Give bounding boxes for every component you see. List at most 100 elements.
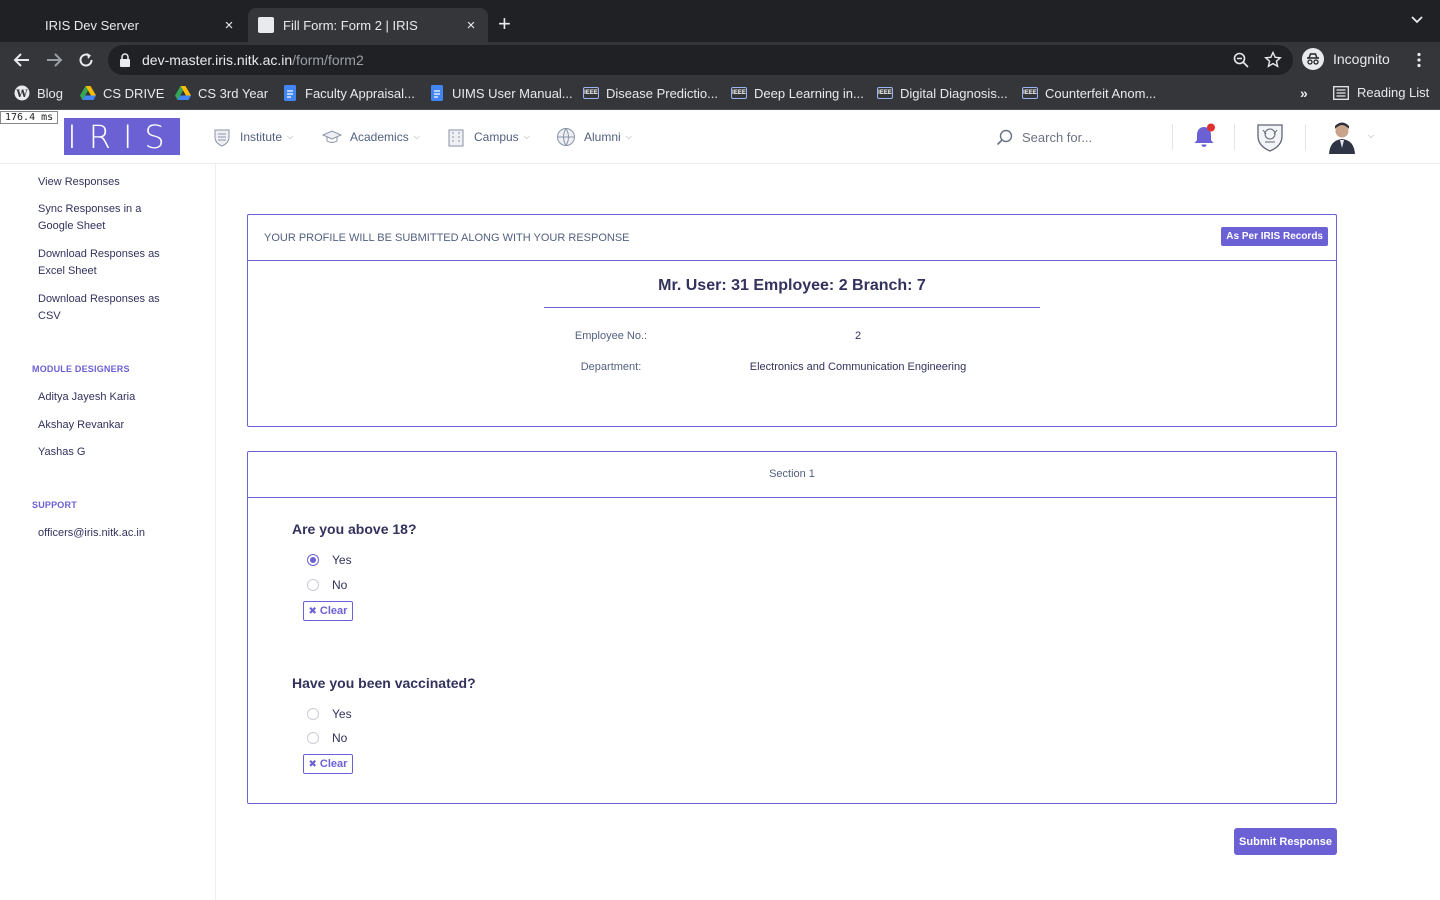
bookmarks-overflow-button[interactable]: » [1300, 85, 1308, 101]
ieee-icon: IEEE [877, 85, 893, 101]
site-header: IRIS Institute ⌵ Academics ⌵ Campus ⌵ Alumn… [0, 111, 1440, 164]
nav-academics[interactable]: Academics ⌵ [322, 127, 420, 147]
reading-list-button[interactable]: Reading List [1333, 85, 1429, 100]
profile-field-label: Department: [580, 361, 642, 373]
radio-option-no[interactable]: No [307, 731, 347, 745]
radio-option-no[interactable]: No [307, 578, 347, 592]
tab-title: IRIS Dev Server [45, 17, 139, 33]
logo-text: IRIS [67, 117, 177, 156]
bookmark-label: Digital Diagnosis... [900, 85, 1008, 101]
radio-option-yes[interactable]: Yes [307, 707, 352, 721]
radio-button[interactable] [307, 708, 319, 720]
profile-card: YOUR PROFILE WILL BE SUBMITTED ALONG WIT… [247, 214, 1337, 427]
chevron-down-icon[interactable]: ⌵ [1368, 131, 1374, 141]
header-divider [1305, 124, 1306, 150]
back-arrow-icon [13, 53, 29, 67]
clear-label: Clear [319, 758, 348, 770]
graduation-cap-icon [322, 130, 342, 143]
incognito-icon [1302, 48, 1324, 70]
bookmark-label: Counterfeit Anom... [1045, 85, 1157, 101]
browser-menu-icon[interactable] [1412, 52, 1426, 68]
designer-name[interactable]: Akshay Revankar [38, 417, 178, 434]
close-icon: ✖ [308, 605, 317, 617]
forward-button[interactable] [42, 48, 66, 72]
designer-name[interactable]: Aditya Jayesh Karia [38, 389, 178, 406]
url-host: dev-master.iris.nitk.ac.in [142, 52, 293, 68]
sidebar-item-sync-google-sheet[interactable]: Sync Responses in a Google Sheet [38, 201, 178, 235]
bookmark-label: Deep Learning in... [754, 85, 864, 101]
nav-institute[interactable]: Institute ⌵ [212, 127, 293, 147]
bookmark-label: Faculty Appraisal... [305, 85, 415, 101]
bookmark-label: Blog [37, 85, 64, 101]
tab-close-icon[interactable]: × [460, 17, 482, 34]
clear-button[interactable]: ✖ Clear [303, 754, 353, 774]
wordpress-icon: W [14, 85, 30, 101]
nav-label: Academics [350, 130, 409, 144]
bookmark-faculty-appraisal[interactable]: Faculty Appraisal... [282, 85, 415, 101]
sidebar-item-download-excel[interactable]: Download Responses as Excel Sheet [38, 246, 178, 280]
chevron-down-icon: ⌵ [625, 132, 632, 141]
institute-crest-icon[interactable] [1256, 122, 1284, 152]
tab-search-chevron-icon[interactable] [1410, 12, 1424, 26]
tab-close-icon[interactable]: × [218, 17, 240, 34]
search-placeholder: Search for... [1022, 129, 1093, 145]
iris-records-badge: As Per IRIS Records [1221, 227, 1328, 246]
notification-bell-icon[interactable] [1192, 123, 1216, 149]
user-avatar[interactable] [1327, 120, 1357, 154]
radio-button[interactable] [307, 579, 319, 591]
sidebar-item-view-responses[interactable]: View Responses [38, 174, 178, 191]
bookmark-label: CS DRIVE [103, 85, 165, 101]
bookmark-blog[interactable]: W Blog [14, 85, 63, 101]
tab-favicon [258, 17, 274, 33]
nav-alumni[interactable]: Alumni ⌵ [556, 127, 632, 147]
reload-icon [79, 53, 93, 67]
bookmark-label: Disease Predictio... [606, 85, 718, 101]
profile-card-title: YOUR PROFILE WILL BE SUBMITTED ALONG WIT… [264, 232, 630, 244]
bookmark-digital-diagnosis[interactable]: IEEE Digital Diagnosis... [877, 85, 1008, 101]
bookmark-counterfeit-anomaly[interactable]: IEEE Counterfeit Anom... [1022, 85, 1156, 101]
forward-arrow-icon [47, 53, 63, 67]
nav-label: Institute [240, 130, 283, 144]
profile-card-header: YOUR PROFILE WILL BE SUBMITTED ALONG WIT… [248, 215, 1336, 261]
incognito-indicator[interactable]: Incognito [1302, 48, 1390, 70]
browser-toolbar: dev-master.iris.nitk.ac.in/form/form2 In… [0, 42, 1440, 78]
bookmark-cs-drive[interactable]: CS DRIVE [80, 85, 164, 101]
nav-campus[interactable]: Campus ⌵ [446, 127, 530, 147]
institute-crest-icon [214, 129, 230, 147]
bookmark-cs-3rd-year[interactable]: CS 3rd Year [175, 85, 268, 101]
clear-button[interactable]: ✖ Clear [303, 601, 353, 621]
bookmark-label: UIMS User Manual... [452, 85, 573, 101]
back-button[interactable] [10, 48, 34, 72]
profile-name: Mr. User: 31 Employee: 2 Branch: 7 [658, 277, 926, 294]
iris-logo[interactable]: IRIS [64, 118, 180, 155]
nav-label: Campus [474, 130, 519, 144]
tab-iris-dev-server[interactable]: IRIS Dev Server × [10, 8, 246, 42]
form-section-card: Section 1 Are you above 18? Yes No ✖ Clea… [247, 451, 1337, 804]
site-search[interactable]: Search for... [996, 128, 1092, 146]
bookmark-deep-learning[interactable]: IEEE Deep Learning in... [731, 85, 864, 101]
support-email-link[interactable]: officers@iris.nitk.ac.in [38, 525, 178, 542]
radio-option-yes[interactable]: Yes [307, 553, 352, 567]
radio-button-selected[interactable] [307, 554, 319, 566]
reload-button[interactable] [74, 48, 98, 72]
question-title: Are you above 18? [292, 521, 417, 537]
header-divider [1172, 124, 1173, 150]
sidebar-item-download-csv[interactable]: Download Responses as CSV [38, 291, 178, 325]
bookmark-star-icon[interactable] [1264, 51, 1282, 69]
option-label: Yes [332, 707, 352, 721]
zoom-icon[interactable] [1232, 51, 1250, 69]
submit-response-button[interactable]: Submit Response [1234, 828, 1337, 855]
chevron-down-icon: ⌵ [413, 132, 420, 141]
module-designers-heading: MODULE DESIGNERS [32, 364, 130, 374]
reading-list-icon [1333, 85, 1349, 100]
render-timing-badge: 176.4 ms [0, 111, 59, 124]
new-tab-button[interactable]: + [498, 12, 511, 36]
tab-fill-form[interactable]: Fill Form: Form 2 | IRIS × [248, 8, 488, 42]
bookmark-uims-manual[interactable]: UIMS User Manual... [429, 85, 573, 101]
designer-name[interactable]: Yashas G [38, 444, 178, 461]
reading-list-label: Reading List [1357, 85, 1430, 100]
question-title: Have you been vaccinated? [292, 675, 476, 691]
address-bar[interactable]: dev-master.iris.nitk.ac.in/form/form2 [108, 45, 1293, 75]
bookmark-disease-prediction[interactable]: IEEE Disease Predictio... [583, 85, 718, 101]
radio-button[interactable] [307, 732, 319, 744]
